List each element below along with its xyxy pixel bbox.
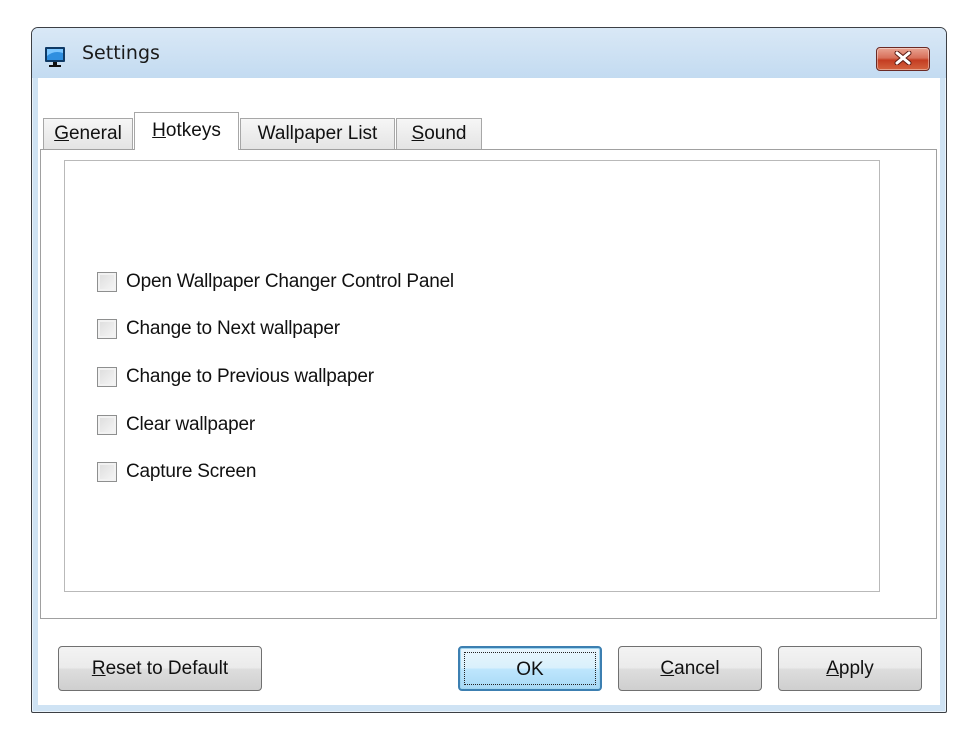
hotkey-option-clear-wallpaper[interactable]: Clear wallpaper bbox=[97, 412, 255, 438]
option-label: Change to Previous wallpaper bbox=[126, 366, 374, 387]
tab-label: otkeys bbox=[165, 120, 221, 141]
option-label: Change to Next wallpaper bbox=[126, 318, 340, 339]
monitor-icon bbox=[44, 46, 66, 68]
hotkeys-panel: Open Wallpaper Changer Control Panel Cha… bbox=[40, 149, 937, 619]
tab-mnemonic: G bbox=[54, 123, 69, 144]
tab-hotkeys[interactable]: Hotkeys bbox=[134, 112, 239, 150]
tab-label: ound bbox=[424, 123, 467, 144]
tab-general[interactable]: General bbox=[43, 118, 133, 149]
apply-button[interactable]: Apply bbox=[778, 646, 922, 691]
button-label: ancel bbox=[674, 658, 720, 679]
hotkey-option-control-panel[interactable]: Open Wallpaper Changer Control Panel bbox=[97, 269, 454, 295]
button-mnemonic: A bbox=[826, 658, 839, 679]
hotkey-option-previous-wallpaper[interactable]: Change to Previous wallpaper bbox=[97, 364, 374, 390]
focus-rectangle bbox=[464, 652, 596, 685]
dialog-body: General Hotkeys Wallpaper List Sound Ope… bbox=[38, 78, 940, 705]
close-button[interactable] bbox=[876, 47, 930, 71]
hotkey-option-next-wallpaper[interactable]: Change to Next wallpaper bbox=[97, 316, 340, 342]
tab-mnemonic: H bbox=[152, 120, 166, 141]
button-mnemonic: R bbox=[91, 658, 106, 679]
close-icon bbox=[894, 51, 912, 65]
checkbox[interactable] bbox=[97, 272, 117, 292]
checkbox[interactable] bbox=[97, 415, 117, 435]
option-label: Capture Screen bbox=[126, 461, 257, 482]
option-label: Open Wallpaper Changer Control Panel bbox=[126, 271, 454, 292]
cancel-button[interactable]: Cancel bbox=[618, 646, 762, 691]
checkbox[interactable] bbox=[97, 367, 117, 387]
ok-button[interactable]: OK bbox=[458, 646, 602, 691]
window-title: Settings bbox=[82, 42, 160, 64]
button-label: pply bbox=[838, 658, 874, 679]
option-label: Clear wallpaper bbox=[126, 414, 256, 435]
hotkeys-group: Open Wallpaper Changer Control Panel Cha… bbox=[64, 160, 880, 592]
checkbox[interactable] bbox=[97, 462, 117, 482]
tab-sound[interactable]: Sound bbox=[396, 118, 482, 149]
tab-wallpaper-list[interactable]: Wallpaper List bbox=[240, 118, 395, 149]
button-mnemonic: C bbox=[660, 658, 675, 679]
button-label: eset to Default bbox=[105, 658, 229, 679]
hotkey-option-capture-screen[interactable]: Capture Screen bbox=[97, 459, 256, 485]
tab-mnemonic: S bbox=[411, 123, 425, 144]
checkbox[interactable] bbox=[97, 319, 117, 339]
title-bar[interactable]: Settings bbox=[32, 28, 946, 78]
tab-label: eneral bbox=[68, 123, 122, 144]
settings-dialog: Settings General Hotkeys Wallpaper List … bbox=[31, 27, 947, 713]
tab-label: Wallpaper List bbox=[257, 123, 378, 144]
reset-to-default-button[interactable]: Reset to Default bbox=[58, 646, 262, 691]
